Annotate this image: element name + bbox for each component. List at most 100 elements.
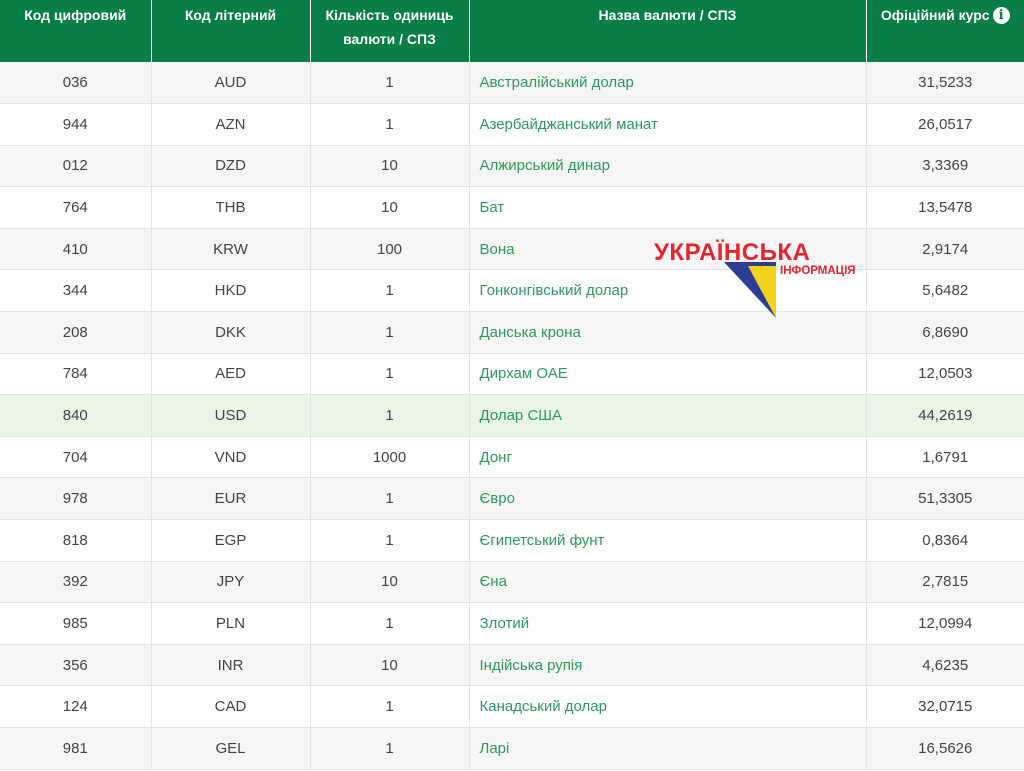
cell-currency-name[interactable]: Злотий xyxy=(469,602,867,645)
cell-official-rate: 12,0994 xyxy=(866,602,1024,645)
table-row: 704 VND 1000 Донг 1,6791 xyxy=(0,436,1024,479)
cell-code-numeric: 208 xyxy=(0,311,152,354)
cell-code-letter: CAD xyxy=(151,685,311,728)
cell-code-letter: INR xyxy=(151,644,311,687)
cell-code-numeric: 944 xyxy=(0,103,152,146)
cell-official-rate: 2,9174 xyxy=(866,228,1024,271)
cell-code-numeric: 764 xyxy=(0,186,152,229)
cell-units: 1 xyxy=(310,311,470,354)
header-row: Код цифровий Код літерний Кількість один… xyxy=(0,0,1024,62)
cell-code-letter: DKK xyxy=(151,311,311,354)
cell-units: 1 xyxy=(310,353,470,396)
cell-currency-name[interactable]: Вона xyxy=(469,228,867,271)
currency-link[interactable]: Австралійський долар xyxy=(480,74,634,91)
cell-currency-name[interactable]: Індійська рупія xyxy=(469,644,867,687)
cell-code-letter: HKD xyxy=(151,269,311,313)
cell-units: 10 xyxy=(310,186,470,229)
header-units: Кількість одиниць валюти / СПЗ xyxy=(310,0,470,62)
currency-link[interactable]: Гонконгівський долар xyxy=(480,282,629,299)
cell-currency-name[interactable]: Донг xyxy=(469,436,867,479)
cell-code-letter: AZN xyxy=(151,103,311,146)
cell-official-rate: 32,0715 xyxy=(866,685,1024,728)
currency-link[interactable]: Вона xyxy=(480,241,515,258)
cell-units: 1 xyxy=(310,602,470,645)
cell-official-rate: 3,3369 xyxy=(866,145,1024,188)
table-row: 392 JPY 10 Єна 2,7815 xyxy=(0,561,1024,604)
cell-code-letter: PLN xyxy=(151,602,311,645)
cell-official-rate: 4,6235 xyxy=(866,644,1024,687)
cell-code-letter: AED xyxy=(151,353,311,396)
cell-units: 1 xyxy=(310,519,470,562)
currency-link[interactable]: Бат xyxy=(480,199,505,216)
currency-link[interactable]: Долар США xyxy=(480,407,563,424)
currency-link[interactable]: Ларі xyxy=(480,740,510,757)
cell-code-numeric: 392 xyxy=(0,561,152,604)
cell-currency-name[interactable]: Дирхам ОАЕ xyxy=(469,353,867,396)
table-row: 818 EGP 1 Єгипетський фунт 0,8364 xyxy=(0,519,1024,562)
cell-units: 1 xyxy=(310,103,470,146)
cell-currency-name[interactable]: Долар США xyxy=(469,394,867,437)
cell-official-rate: 5,6482 xyxy=(866,269,1024,313)
cell-official-rate: 13,5478 xyxy=(866,186,1024,229)
cell-currency-name[interactable]: Канадський долар xyxy=(469,685,867,728)
currency-link[interactable]: Канадський долар xyxy=(480,698,607,715)
table-row: 978 EUR 1 Євро 51,3305 xyxy=(0,477,1024,521)
table-body: 036 AUD 1 Австралійський долар 31,5233 944 AZN… xyxy=(0,62,1024,770)
currency-link[interactable]: Злотий xyxy=(480,615,530,632)
cell-code-numeric: 356 xyxy=(0,644,152,687)
currency-link[interactable]: Алжирський динар xyxy=(480,157,610,174)
cell-code-numeric: 012 xyxy=(0,145,152,188)
currency-link[interactable]: Індійська рупія xyxy=(480,657,583,674)
table-row: 124 CAD 1 Канадський долар 32,0715 xyxy=(0,685,1024,728)
cell-units: 1 xyxy=(310,62,470,105)
table-row: 410 KRW 100 Вона 2,9174 xyxy=(0,228,1024,271)
cell-currency-name[interactable]: Єгипетський фунт xyxy=(469,519,867,562)
cell-currency-name[interactable]: Гонконгівський долар xyxy=(469,269,867,313)
cell-currency-name[interactable]: Євро xyxy=(469,477,867,521)
cell-code-letter: EUR xyxy=(151,477,311,521)
cell-units: 1 xyxy=(310,269,470,313)
cell-official-rate: 6,8690 xyxy=(866,311,1024,354)
table-row: 344 HKD 1 Гонконгівський долар 5,6482 xyxy=(0,269,1024,313)
cell-units: 10 xyxy=(310,561,470,604)
cell-units: 1 xyxy=(310,727,470,770)
cell-code-numeric: 840 xyxy=(0,394,152,437)
cell-official-rate: 16,5626 xyxy=(866,727,1024,770)
currency-link[interactable]: Азербайджанський манат xyxy=(480,116,658,133)
table-row: 944 AZN 1 Азербайджанський манат 26,0517 xyxy=(0,103,1024,146)
currency-link[interactable]: Донг xyxy=(480,449,512,466)
cell-currency-name[interactable]: Єна xyxy=(469,561,867,604)
header-code-numeric: Код цифровий xyxy=(0,0,152,62)
cell-currency-name[interactable]: Ларі xyxy=(469,727,867,770)
cell-official-rate: 12,0503 xyxy=(866,353,1024,396)
cell-official-rate: 26,0517 xyxy=(866,103,1024,146)
cell-units: 10 xyxy=(310,644,470,687)
table-row: 840 USD 1 Долар США 44,2619 xyxy=(0,394,1024,437)
table-row: 208 DKK 1 Данська крона 6,8690 xyxy=(0,311,1024,354)
cell-currency-name[interactable]: Азербайджанський манат xyxy=(469,103,867,146)
currency-link[interactable]: Єгипетський фунт xyxy=(480,532,605,549)
cell-currency-name[interactable]: Австралійський долар xyxy=(469,62,867,105)
header-currency-name: Назва валюти / СПЗ xyxy=(469,0,867,62)
cell-official-rate: 0,8364 xyxy=(866,519,1024,562)
cell-code-numeric: 410 xyxy=(0,228,152,271)
cell-currency-name[interactable]: Бат xyxy=(469,186,867,229)
cell-currency-name[interactable]: Данська крона xyxy=(469,311,867,354)
cell-currency-name[interactable]: Алжирський динар xyxy=(469,145,867,188)
cell-code-letter: AUD xyxy=(151,62,311,105)
currency-link[interactable]: Євро xyxy=(480,490,515,507)
cell-code-letter: USD xyxy=(151,394,311,437)
cell-units: 10 xyxy=(310,145,470,188)
currency-link[interactable]: Єна xyxy=(480,573,507,590)
currency-link[interactable]: Данська крона xyxy=(480,324,581,341)
table-row: 784 AED 1 Дирхам ОАЕ 12,0503 xyxy=(0,353,1024,396)
header-official-rate: Офіційний курс i xyxy=(866,0,1024,62)
info-icon[interactable]: i xyxy=(992,7,1010,24)
cell-units: 1000 xyxy=(310,436,470,479)
currency-link[interactable]: Дирхам ОАЕ xyxy=(480,365,568,382)
cell-code-letter: JPY xyxy=(151,561,311,604)
cell-code-letter: DZD xyxy=(151,145,311,188)
cell-units: 1 xyxy=(310,394,470,437)
table-row: 036 AUD 1 Австралійський долар 31,5233 xyxy=(0,62,1024,105)
cell-code-numeric: 036 xyxy=(0,62,152,105)
